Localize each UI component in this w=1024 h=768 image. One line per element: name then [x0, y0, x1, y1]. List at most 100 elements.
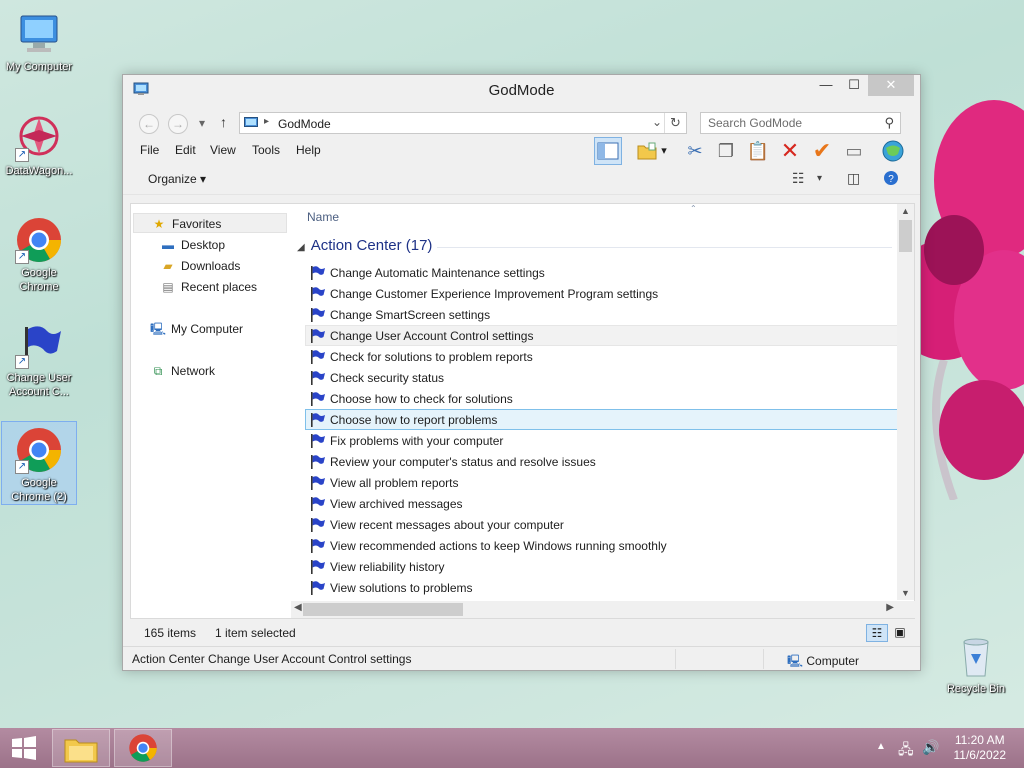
preview-pane-icon[interactable]: ◫: [847, 170, 860, 187]
change-view-icon[interactable]: ☷: [792, 170, 805, 187]
view-dropdown-chevron-icon[interactable]: ▾: [817, 173, 822, 184]
action-center-flag-icon: [311, 560, 325, 574]
nav-item-label: Recent places: [181, 280, 258, 294]
close-button[interactable]: ✕: [868, 75, 914, 96]
desktop-icon-my-computer[interactable]: My Computer: [1, 6, 77, 74]
nav-item-desktop[interactable]: ▬ Desktop: [159, 235, 225, 255]
network-icon: ⧉: [153, 364, 163, 378]
menu-edit[interactable]: Edit: [175, 143, 196, 157]
window-title: GodMode: [488, 82, 555, 99]
details-text: Action Center Change User Account Contro…: [132, 652, 412, 666]
clock[interactable]: 11:20 AM 11/6/2022: [954, 733, 1007, 763]
file-row[interactable]: Choose how to check for solutions: [305, 388, 899, 409]
menu-view[interactable]: View: [210, 143, 236, 157]
scroll-right-arrow-icon[interactable]: ▶: [886, 602, 894, 613]
forward-button[interactable]: →: [168, 114, 188, 134]
internet-options-globe-icon[interactable]: [879, 137, 907, 165]
menu-bar: File Edit View Tools Help ▾ ✂ ❐ 📋 ✕ ✔ ▭: [123, 137, 920, 165]
column-header-name[interactable]: Name: [307, 210, 339, 224]
file-row[interactable]: View solutions to problems: [305, 577, 899, 598]
file-row[interactable]: Review your computer's status and resolv…: [305, 451, 899, 472]
vertical-scrollbar[interactable]: ▲ ▼: [897, 204, 914, 600]
nav-item-label: Favorites: [172, 217, 222, 231]
taskbar-file-explorer[interactable]: [52, 729, 110, 767]
file-row[interactable]: Change Automatic Maintenance settings: [305, 262, 899, 283]
delete-icon[interactable]: ✕: [776, 137, 804, 165]
nav-item-downloads[interactable]: ▰ Downloads: [159, 256, 240, 276]
minimize-button[interactable]: —: [812, 75, 840, 96]
recent-places-icon: ▤: [162, 280, 174, 294]
address-bar[interactable]: ▸ GodMode ⌄ ↻: [239, 112, 687, 134]
recent-locations-chevron-icon[interactable]: ▾: [199, 116, 205, 130]
desktop-icon-recycle-bin[interactable]: Recycle Bin: [938, 628, 1014, 696]
nav-item-my-computer[interactable]: 🖳 My Computer: [149, 319, 243, 339]
file-row[interactable]: View archived messages: [305, 493, 899, 514]
up-arrow-icon[interactable]: ↑: [220, 114, 227, 130]
file-row[interactable]: View recent messages about your computer: [305, 514, 899, 535]
details-bar: Action Center Change User Account Contro…: [123, 646, 920, 670]
volume-icon[interactable]: 🔊: [922, 739, 939, 768]
network-tray-icon[interactable]: 🖧: [898, 739, 914, 768]
scroll-left-arrow-icon[interactable]: ◀: [294, 602, 302, 613]
menu-file[interactable]: File: [140, 143, 159, 157]
desktop-icon-google-chrome[interactable]: ↗ Google Chrome: [1, 212, 77, 294]
nav-item-label: Desktop: [181, 238, 226, 252]
help-icon[interactable]: ?: [883, 170, 899, 189]
refresh-button[interactable]: ↻: [664, 113, 686, 133]
cut-icon[interactable]: ✂: [681, 137, 709, 165]
scroll-up-arrow-icon[interactable]: ▲: [897, 206, 914, 216]
desktop-icon-datawagon[interactable]: ↗ DataWagon...: [1, 110, 77, 178]
clock-date: 11/6/2022: [953, 748, 1007, 762]
start-button[interactable]: [10, 736, 38, 760]
search-icon[interactable]: ⚲: [884, 115, 894, 131]
organize-button[interactable]: Organize ▾: [148, 172, 206, 186]
file-name: Choose how to check for solutions: [330, 392, 513, 406]
collapse-triangle-icon[interactable]: ◢: [297, 242, 305, 253]
horizontal-scroll-thumb[interactable]: [303, 603, 463, 616]
file-row[interactable]: Check security status: [305, 367, 899, 388]
menu-help[interactable]: Help: [296, 143, 321, 157]
title-bar[interactable]: GodMode — ☐ ✕: [123, 75, 920, 105]
nav-item-network[interactable]: ⧉ Network: [149, 361, 215, 381]
paste-icon[interactable]: 📋: [744, 137, 772, 165]
desktop-icon-google-chrome-2[interactable]: ↗ Google Chrome (2): [1, 421, 77, 505]
desktop-icon-change-uac[interactable]: ↗ Change User Account C...: [1, 317, 77, 399]
show-hidden-icons-icon[interactable]: ▲: [876, 741, 886, 768]
preview-pane-button[interactable]: [594, 137, 622, 165]
horizontal-scrollbar[interactable]: ◀ ▶: [291, 601, 916, 618]
file-row[interactable]: Choose how to report problems: [305, 409, 899, 430]
nav-item-favorites[interactable]: ★ Favorites: [133, 213, 287, 233]
scroll-down-arrow-icon[interactable]: ▼: [897, 588, 914, 598]
group-header[interactable]: ◢ Action Center (17): [297, 237, 432, 254]
address-dropdown-icon[interactable]: ⌄: [652, 115, 662, 129]
search-input[interactable]: [708, 113, 878, 133]
nav-item-recent-places[interactable]: ▤ Recent places: [159, 277, 257, 297]
properties-checkmark-icon[interactable]: ✔: [808, 137, 836, 165]
action-center-flag-icon: [311, 413, 325, 427]
details-view-button[interactable]: ☷: [866, 624, 888, 642]
file-name: View recommended actions to keep Windows…: [330, 539, 667, 553]
svg-text:?: ?: [888, 174, 894, 185]
file-name: Change Customer Experience Improvement P…: [330, 287, 659, 301]
menu-tools[interactable]: Tools: [252, 143, 280, 157]
maximize-button[interactable]: ☐: [840, 75, 868, 96]
folder-options-dropdown-icon[interactable]: ▾: [656, 137, 672, 165]
large-icons-view-button[interactable]: ▣: [889, 624, 911, 642]
group-title: Action Center (17): [310, 237, 433, 254]
file-row[interactable]: View reliability history: [305, 556, 899, 577]
file-row[interactable]: View recommended actions to keep Windows…: [305, 535, 899, 556]
file-row[interactable]: Change User Account Control settings: [305, 325, 899, 346]
file-row[interactable]: Fix problems with your computer: [305, 430, 899, 451]
vertical-scroll-thumb[interactable]: [899, 220, 912, 252]
back-button[interactable]: ←: [139, 114, 159, 134]
file-row[interactable]: Change SmartScreen settings: [305, 304, 899, 325]
action-center-flag-icon: [311, 539, 325, 553]
copy-icon[interactable]: ❐: [712, 137, 740, 165]
file-row[interactable]: Check for solutions to problem reports: [305, 346, 899, 367]
nav-item-label: My Computer: [171, 322, 244, 336]
file-row[interactable]: Change Customer Experience Improvement P…: [305, 283, 899, 304]
taskbar-google-chrome[interactable]: [114, 729, 172, 767]
file-row[interactable]: View all problem reports: [305, 472, 899, 493]
rename-icon[interactable]: ▭: [840, 137, 868, 165]
file-name: Check for solutions to problem reports: [330, 350, 533, 364]
